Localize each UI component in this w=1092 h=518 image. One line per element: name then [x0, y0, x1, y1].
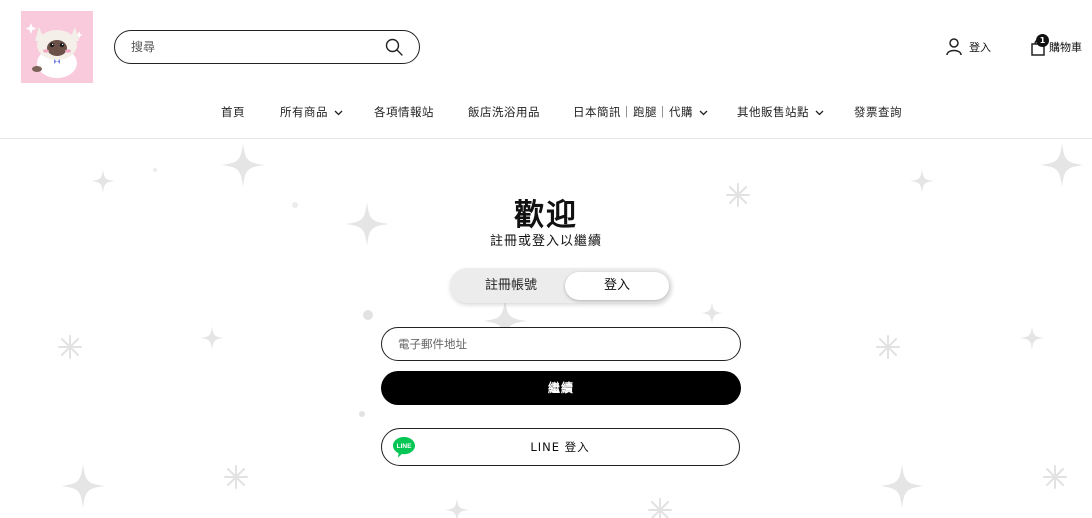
main-nav: 首頁 所有商品 各項情報站 飯店洗浴用品 日本簡訊｜跑腿｜代購 其他販售站點 發… [0, 104, 1092, 124]
cart-link[interactable]: 1 購物車 [1030, 34, 1082, 57]
nav-item-label: 各項情報站 [374, 105, 434, 119]
nav-item-label: 所有商品 [280, 105, 328, 119]
nav-item-japan-errands[interactable]: 日本簡訊｜跑腿｜代購 [573, 104, 708, 120]
welcome-title: 歡迎 [514, 198, 578, 233]
nav-item-label: 其他販售站點 [737, 105, 809, 119]
tab-login[interactable]: 登入 [565, 272, 669, 300]
continue-button[interactable]: 繼續 [381, 371, 741, 405]
account-login-label: 登入 [969, 41, 991, 54]
line-login-label: LINE 登入 [530, 440, 590, 454]
search-input[interactable] [131, 37, 381, 57]
nav-item-info-station[interactable]: 各項情報站 [374, 104, 434, 120]
account-login-link[interactable]: 登入 [946, 37, 991, 57]
chevron-down-icon [815, 110, 824, 115]
nav-item-label: 首頁 [221, 105, 245, 119]
user-icon [946, 38, 962, 56]
nav-item-invoice-query[interactable]: 發票查詢 [854, 104, 902, 120]
nav-item-home[interactable]: 首頁 [221, 104, 245, 120]
line-login-button[interactable]: LINE LINE 登入 [381, 428, 740, 466]
cart-count-badge: 1 [1036, 34, 1049, 47]
email-field-wrapper[interactable] [381, 327, 741, 361]
cart-bag: 1 [1030, 34, 1049, 56]
nav-item-label: 飯店洗浴用品 [468, 105, 540, 119]
nav-item-other-sites[interactable]: 其他販售站點 [737, 104, 824, 120]
search-bar[interactable] [114, 30, 420, 64]
search-icon[interactable] [385, 38, 403, 56]
nav-item-label: 發票查詢 [854, 105, 902, 119]
cart-label: 購物車 [1049, 41, 1082, 54]
site-header: 登入 1 購物車 首頁 所有商品 各項情報站 飯店洗浴用品 日本簡訊｜跑腿｜代購 [0, 0, 1092, 139]
auth-tabs: 註冊帳號 登入 [450, 268, 672, 303]
email-field[interactable] [398, 335, 718, 353]
nav-item-hotel-bath[interactable]: 飯店洗浴用品 [468, 104, 540, 120]
chevron-down-icon [699, 110, 708, 115]
welcome-subtitle: 註冊或登入以繼續 [489, 234, 602, 249]
tab-register[interactable]: 註冊帳號 [458, 272, 564, 300]
chevron-down-icon [334, 110, 343, 115]
nav-item-all-products[interactable]: 所有商品 [280, 104, 343, 120]
store-logo[interactable] [21, 11, 93, 83]
cat-logo-icon [21, 11, 93, 83]
nav-item-label: 日本簡訊｜跑腿｜代購 [573, 105, 693, 119]
